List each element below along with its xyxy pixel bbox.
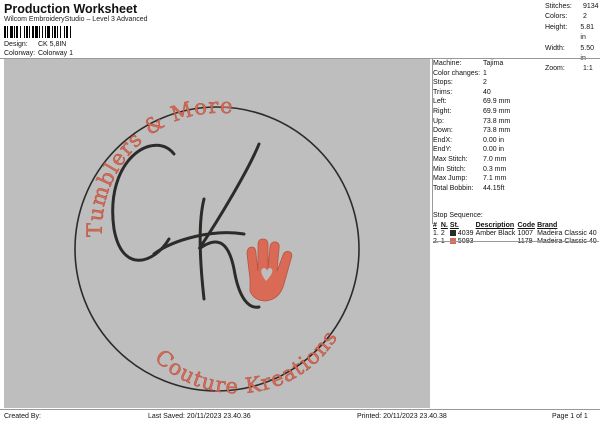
colorway-value: Colorway 1 [37, 50, 73, 57]
design-value: CK 5,8IN [37, 41, 67, 48]
barcode-bar [10, 26, 13, 38]
machine-info-panel: Machine: Tajima Color changes: 1 Stops: 2 T… [433, 60, 511, 192]
barcode-bar [60, 26, 61, 38]
barcode-bar [54, 26, 56, 38]
design-label: Design: [4, 41, 28, 48]
printed-date: Printed: 20/11/2023 23.40.38 [357, 413, 447, 420]
ck-monogram [111, 142, 261, 309]
page-number: Page 1 of 1 [552, 413, 588, 420]
thread-swatch [449, 230, 456, 237]
barcode-bar [35, 26, 38, 38]
barcode-bar [47, 26, 50, 38]
design-preview: Tumblers & More Couture Kreations [4, 59, 430, 408]
barcode-bar [45, 26, 46, 38]
stat-stitches: Stitches: 9134 [545, 3, 599, 10]
barcode-bar [39, 26, 40, 38]
table-header: # N. St. Description Code Brand [433, 222, 558, 229]
barcode-bar [32, 26, 34, 38]
stat-height: Height: 5.81 in [545, 23, 595, 42]
barcode-bar [29, 26, 30, 38]
barcode-bar [57, 26, 58, 38]
barcode [4, 26, 71, 38]
top-arc-text: Tumblers & More [83, 94, 234, 237]
design-row: Design: CK 5,8IN [4, 41, 66, 48]
barcode-bar [66, 26, 68, 38]
barcode-bar [64, 26, 65, 38]
stop-sequence-divider [433, 241, 599, 242]
colorway-row: Colorway: Colorway 1 [4, 50, 73, 57]
created-by: Created By: [4, 413, 41, 420]
colorway-label: Colorway: [4, 50, 36, 57]
embroidery-design: Tumblers & More Couture Kreations [74, 93, 360, 399]
barcode-bar [7, 26, 8, 38]
barcode-bar [26, 26, 28, 38]
barcode-bar [16, 26, 18, 38]
barcode-bar [70, 26, 71, 38]
barcode-bar [42, 26, 43, 38]
software-subtitle: Wilcom EmbroideryStudio – Level 3 Advanc… [4, 16, 148, 23]
barcode-bar [24, 26, 25, 38]
barcode-bar [14, 26, 15, 38]
barcode-bar [20, 26, 21, 38]
barcode-bar [4, 26, 6, 38]
hand-heart-icon [246, 238, 293, 302]
last-saved: Last Saved: 20/11/2023 23.40.36 [148, 413, 251, 420]
footer-divider [0, 409, 600, 410]
stop-sequence-title: Stop Sequence: [433, 212, 483, 219]
stat-colors: Colors: 2 [545, 13, 587, 21]
table-row[interactable]: 1. 2 4039 Amber Black 1007 Madeira Class… [433, 229, 599, 237]
bottom-arc-text: Couture Kreations [150, 326, 342, 399]
barcode-bar [52, 26, 53, 38]
panel-divider [432, 59, 433, 224]
page-title: Production Worksheet [4, 2, 138, 16]
